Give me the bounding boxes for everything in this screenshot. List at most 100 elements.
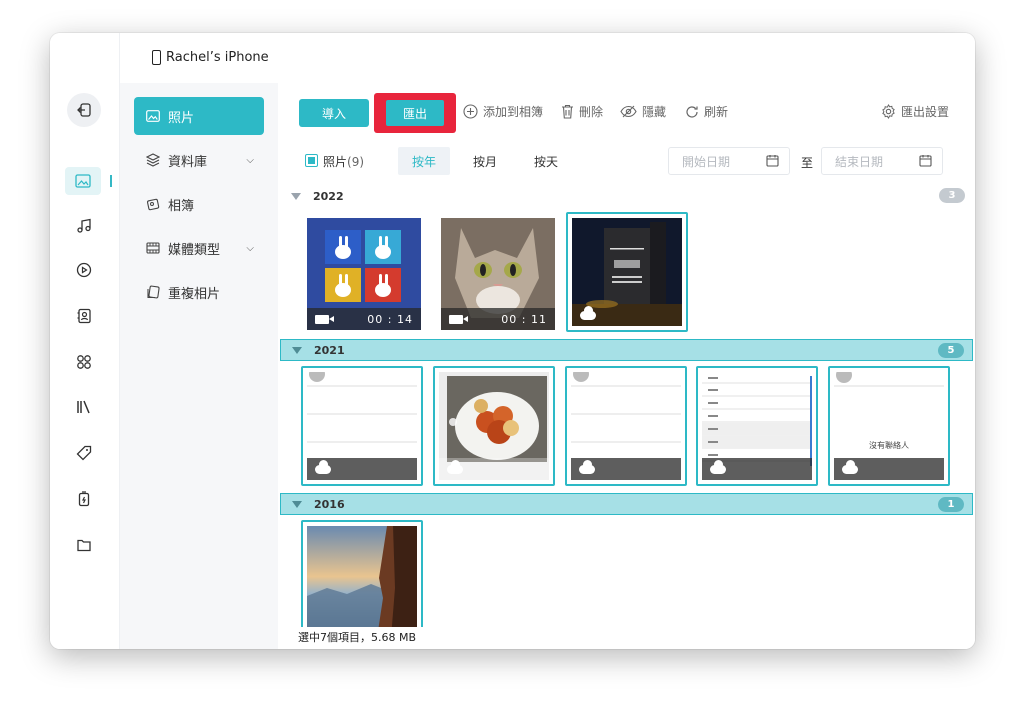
tab-by-month[interactable]: 按月	[459, 147, 511, 175]
video-info-bar: 00 : 14	[307, 308, 421, 330]
cloud-icon	[842, 459, 858, 474]
photos-icon[interactable]	[65, 167, 101, 195]
cloud-icon	[580, 305, 596, 320]
title-bar: Rachel’s iPhone	[120, 33, 975, 83]
books-icon[interactable]	[71, 394, 97, 420]
layers-icon	[146, 153, 160, 167]
refresh-button[interactable]: 刷新	[685, 103, 728, 120]
photo-thumb[interactable]: 00 : 14	[307, 218, 421, 330]
cloud-info-bar	[307, 458, 417, 480]
video-info-bar: 00 : 11	[441, 308, 555, 330]
group-count-badge: 3	[939, 188, 965, 203]
add-to-album-button[interactable]: 添加到相簿	[463, 103, 543, 120]
sidebar-item-duplicates[interactable]: 重複相片	[134, 273, 264, 311]
sidebar-item-label: 照片	[168, 110, 195, 126]
chevron-down-icon[interactable]: ⌵	[246, 155, 254, 166]
apps-icon[interactable]	[71, 349, 97, 375]
trash-icon	[562, 104, 573, 119]
group-count-badge: 1	[938, 497, 964, 512]
cloud-info-bar	[834, 458, 944, 480]
app-window: Rachel’s iPhone 照片 資料庫 ⌵ 相簿 媒體類型 ⌵ 重複相片 …	[50, 33, 975, 649]
group-header-2021[interactable]: 2021 5	[280, 339, 973, 361]
export-settings-button[interactable]: 匯出設置	[881, 103, 949, 120]
calendar-icon[interactable]	[766, 154, 779, 167]
eye-slash-icon	[620, 105, 637, 118]
photo-thumb-selected[interactable]: 沒有聯絡人	[828, 366, 950, 486]
film-icon	[146, 242, 160, 254]
music-icon[interactable]	[71, 213, 97, 239]
cloud-icon	[447, 459, 463, 474]
sidebar-item-label: 重複相片	[168, 286, 221, 302]
sidebar-item-albums[interactable]: 相簿	[134, 185, 264, 223]
sidebar-item-label: 資料庫	[168, 154, 208, 170]
photo-thumb-selected[interactable]	[565, 366, 687, 486]
sidebar-item-library[interactable]: 資料庫 ⌵	[134, 141, 264, 179]
photo-thumb-selected[interactable]	[301, 520, 423, 627]
cloud-info-bar	[571, 458, 681, 480]
icon-rail	[50, 33, 120, 649]
album-icon	[147, 198, 160, 211]
cloud-icon	[579, 459, 595, 474]
gear-icon	[882, 104, 895, 119]
mountain-sunrise-image	[307, 526, 417, 627]
start-date-field[interactable]: 開始日期	[668, 147, 790, 175]
export-settings-label: 匯出設置	[901, 105, 950, 119]
photo-thumb-selected[interactable]	[433, 366, 555, 486]
device-name: Rachel’s iPhone	[166, 50, 269, 65]
tab-by-day[interactable]: 按天	[520, 147, 572, 175]
cloud-icon	[710, 459, 726, 474]
group-year: 2022	[313, 189, 344, 203]
group-header-2016[interactable]: 2016 1	[280, 493, 973, 515]
photo-thumb-selected[interactable]	[696, 366, 818, 486]
video-icon[interactable]	[71, 257, 97, 283]
to-label: 至	[801, 156, 814, 170]
ringtone-icon[interactable]	[71, 440, 97, 466]
status-bar: 選中7個項目，5.68 MB	[298, 631, 417, 644]
video-camera-icon	[315, 314, 334, 324]
contacts-icon[interactable]	[71, 303, 97, 329]
import-button[interactable]: 導入	[299, 99, 369, 127]
photo-thumb-selected[interactable]	[566, 212, 688, 332]
photo-thumb-selected[interactable]	[301, 366, 423, 486]
add-to-album-label: 添加到相簿	[483, 105, 544, 119]
photo-thumb[interactable]: 00 : 11	[441, 218, 555, 330]
main-panel: 導入 匯出 添加到相簿 刪除 隱藏 刷新 匯出設置 照片(9) 按年 按月 按天…	[278, 83, 975, 649]
photo-grid: 2022 3 00 : 14 00: 11 2021 5 沒有聯絡人 2016…	[278, 179, 975, 627]
delete-button[interactable]: 刪除	[561, 103, 603, 120]
sidebar-item-label: 相簿	[168, 198, 195, 214]
cloud-info-bar	[572, 304, 682, 326]
refresh-icon	[686, 105, 698, 118]
hide-label: 隱藏	[642, 105, 667, 119]
sidebar-item-media-types[interactable]: 媒體類型 ⌵	[134, 229, 264, 267]
delete-label: 刪除	[579, 105, 604, 119]
group-year: 2021	[314, 343, 345, 357]
back-icon[interactable]	[67, 93, 101, 127]
tab-by-year[interactable]: 按年	[398, 147, 450, 175]
video-duration: 00 : 14	[367, 312, 413, 326]
collapse-triangle-icon[interactable]	[292, 346, 302, 354]
end-date-field[interactable]: 結束日期	[821, 147, 943, 175]
cloud-info-bar	[702, 458, 812, 480]
video-camera-icon	[449, 314, 468, 324]
active-indicator	[110, 175, 112, 187]
duplicate-icon	[147, 285, 160, 299]
select-all-checkbox[interactable]	[305, 154, 318, 167]
sidebar-item-photos[interactable]: 照片	[134, 97, 264, 135]
phone-icon	[152, 50, 161, 65]
collapse-triangle-icon[interactable]	[291, 192, 301, 200]
export-button[interactable]: 匯出	[386, 100, 444, 126]
calendar-icon[interactable]	[919, 154, 932, 167]
photo-icon	[146, 110, 160, 122]
photos-count-label: 照片(9)	[323, 155, 365, 169]
device-title: Rachel’s iPhone	[152, 50, 269, 65]
group-count-badge: 5	[938, 343, 964, 358]
hide-button[interactable]: 隱藏	[620, 103, 666, 120]
plus-circle-icon	[463, 104, 478, 119]
group-header-2022[interactable]: 2022 3	[280, 185, 973, 207]
battery-icon[interactable]	[71, 486, 97, 512]
files-icon[interactable]	[71, 532, 97, 558]
group-year: 2016	[314, 497, 345, 511]
collapse-triangle-icon[interactable]	[292, 500, 302, 508]
chevron-down-icon[interactable]: ⌵	[246, 243, 254, 254]
filter-row: 照片(9) 按年 按月 按天 開始日期 至 結束日期	[278, 145, 975, 179]
